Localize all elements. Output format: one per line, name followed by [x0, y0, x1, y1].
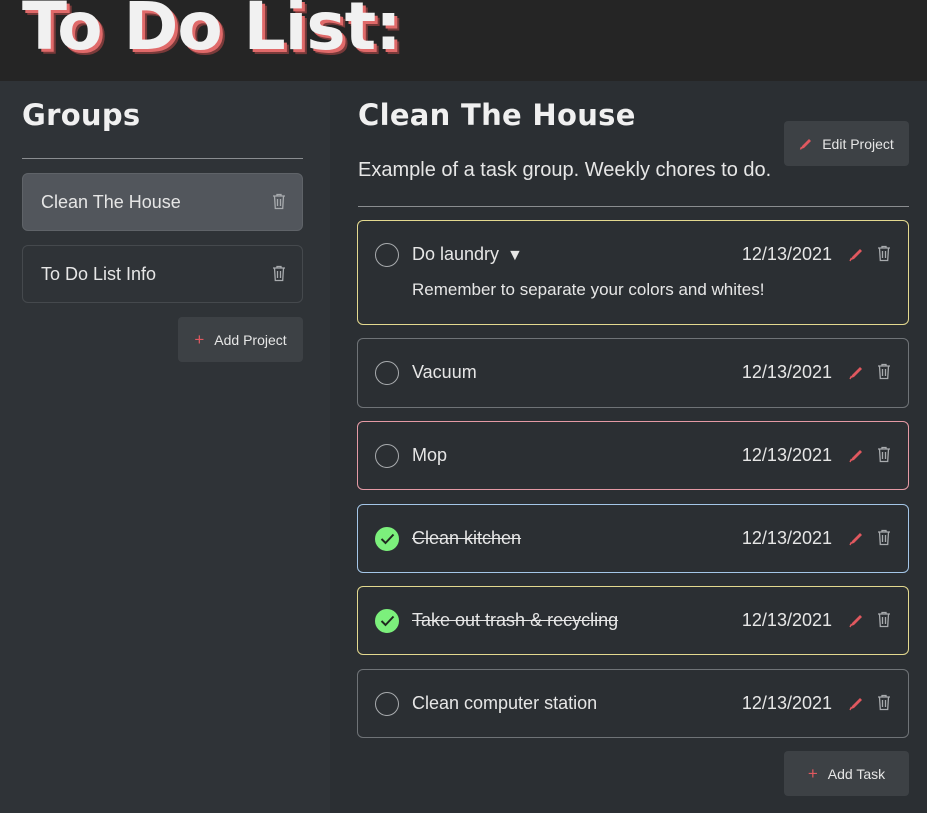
project-item-to-do-list-info[interactable]: To Do List Info [22, 245, 303, 303]
task-name: Clean computer station [412, 693, 598, 713]
pencil-icon[interactable] [848, 531, 864, 552]
pencil-icon[interactable] [848, 448, 864, 469]
plus-icon: + [194, 330, 205, 349]
sidebar-divider [22, 158, 303, 159]
task-item[interactable]: Clean computer station 12/13/2021 [357, 669, 909, 738]
trash-icon[interactable] [877, 611, 891, 633]
checkbox-circle-icon[interactable] [375, 361, 399, 385]
pencil-icon[interactable] [848, 613, 864, 634]
trash-icon[interactable] [877, 363, 891, 385]
project-item-clean-the-house[interactable]: Clean The House [22, 173, 303, 231]
task-date: 12/13/2021 [741, 362, 832, 382]
task-note: Remember to separate your colors and whi… [412, 280, 765, 299]
sidebar-title: Groups [22, 98, 141, 132]
check-circle-icon[interactable] [375, 609, 399, 633]
project-label: Clean The House [41, 191, 181, 212]
edit-project-button[interactable]: Edit Project [784, 121, 909, 166]
task-date: 12/13/2021 [741, 528, 832, 548]
project-title: Clean The House [358, 98, 636, 132]
checkbox-circle-icon[interactable] [375, 692, 399, 716]
trash-icon[interactable] [877, 245, 891, 267]
check-circle-icon[interactable] [375, 527, 399, 551]
add-project-button[interactable]: + Add Project [178, 317, 303, 362]
pencil-icon[interactable] [848, 247, 864, 268]
task-date: 12/13/2021 [741, 244, 832, 264]
caret-down-icon[interactable]: ▼ [507, 247, 523, 264]
app-title: To Do List: [22, 0, 402, 65]
checkbox-circle-icon[interactable] [375, 243, 399, 267]
task-item[interactable]: Take out trash & recycling 12/13/2021 [357, 586, 909, 655]
trash-icon[interactable] [272, 193, 286, 215]
task-date: 12/13/2021 [741, 610, 832, 630]
project-label: To Do List Info [41, 263, 157, 284]
task-name: Do laundry ▼ [412, 244, 523, 264]
task-name: Clean kitchen [412, 528, 522, 548]
main-divider [358, 206, 909, 207]
trash-icon[interactable] [877, 446, 891, 468]
task-item[interactable]: Do laundry ▼ 12/13/2021 Remember to separ… [357, 220, 909, 325]
task-item[interactable]: Mop 12/13/2021 [357, 421, 909, 490]
trash-icon[interactable] [877, 694, 891, 716]
add-task-label: Add Task [827, 765, 886, 782]
checkbox-circle-icon[interactable] [375, 444, 399, 468]
task-item[interactable]: Vacuum 12/13/2021 [357, 338, 909, 408]
main-panel: Clean The House Edit Project Example of … [330, 81, 927, 813]
add-project-label: Add Project [214, 331, 287, 348]
pencil-icon[interactable] [848, 365, 864, 386]
sidebar: Groups Clean The House To Do List Info +… [0, 81, 330, 813]
task-date: 12/13/2021 [741, 445, 832, 465]
project-description: Example of a task group. Weekly chores t… [358, 159, 772, 181]
task-name: Vacuum [412, 362, 477, 382]
task-date: 12/13/2021 [741, 693, 832, 713]
app-header: To Do List: [0, 0, 927, 81]
add-task-button[interactable]: + Add Task [784, 751, 909, 796]
edit-project-label: Edit Project [822, 135, 894, 152]
task-name: Take out trash & recycling [412, 610, 619, 630]
task-item[interactable]: Clean kitchen 12/13/2021 [357, 504, 909, 573]
trash-icon[interactable] [272, 265, 286, 287]
pencil-icon [799, 137, 813, 151]
plus-icon: + [807, 764, 818, 783]
trash-icon[interactable] [877, 529, 891, 551]
pencil-icon[interactable] [848, 696, 864, 717]
task-name: Mop [412, 445, 448, 465]
